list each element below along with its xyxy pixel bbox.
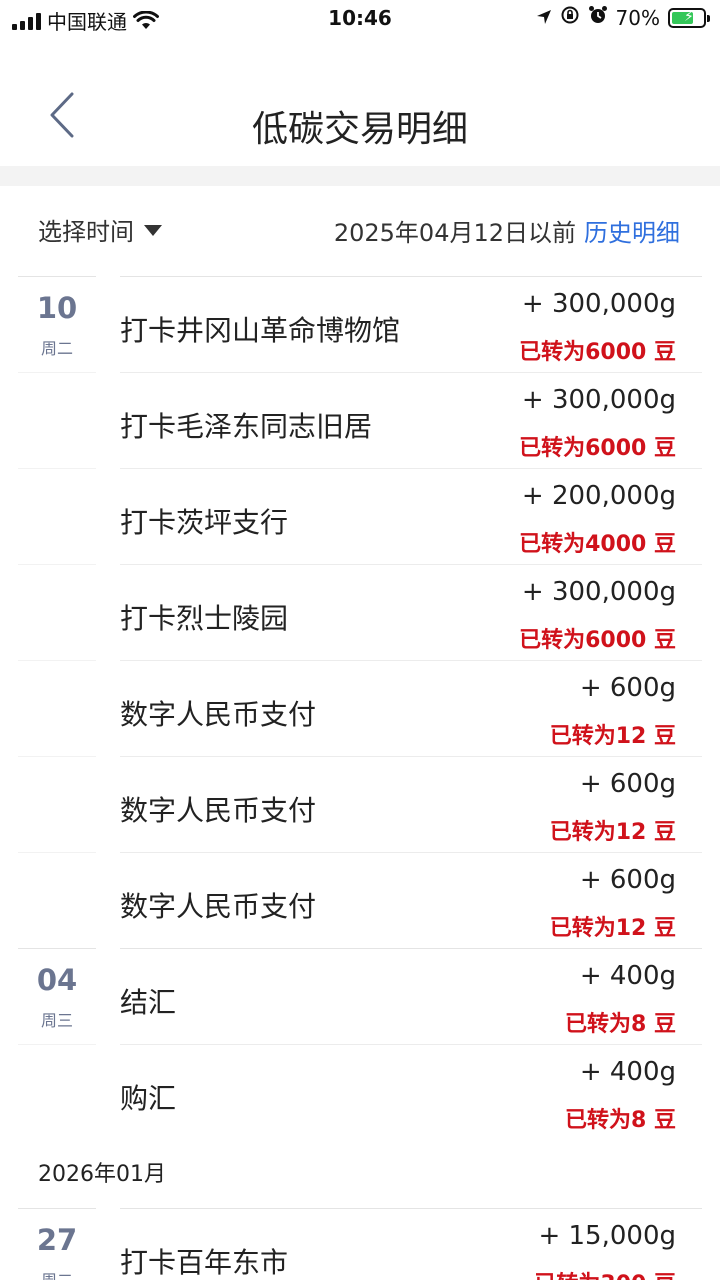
date-column bbox=[18, 372, 96, 468]
date-column bbox=[18, 1044, 96, 1140]
transaction-title: 打卡烈士陵园 bbox=[120, 602, 289, 635]
day-number: 27 bbox=[36, 1223, 78, 1257]
transaction-title: 结汇 bbox=[120, 986, 177, 1019]
transaction-amount: + 300,000g bbox=[521, 385, 676, 415]
transaction-amount: + 600g bbox=[579, 865, 676, 895]
date-cutoff-text: 2025年04月12日以前 bbox=[333, 219, 576, 247]
transaction-title: 打卡毛泽东同志旧居 bbox=[120, 410, 373, 443]
day-number: 04 bbox=[36, 963, 78, 997]
date-column: 10 周二 bbox=[18, 276, 96, 372]
section-divider bbox=[0, 166, 720, 186]
converted-beans: 已转为12 豆 bbox=[549, 724, 676, 749]
transaction-content: 购汇 + 400g 已转为8 豆 bbox=[120, 1044, 702, 1140]
transaction-row[interactable]: 27 周二 打卡百年东市 + 15,000g 已转为300 豆 bbox=[0, 1208, 720, 1280]
transaction-title: 打卡茨坪支行 bbox=[120, 506, 289, 539]
date-column: 27 周二 bbox=[18, 1208, 96, 1280]
converted-beans: 已转为4000 豆 bbox=[519, 532, 676, 557]
converted-beans: 已转为8 豆 bbox=[565, 1012, 676, 1037]
converted-beans: 已转为12 豆 bbox=[549, 820, 676, 845]
day-number: 10 bbox=[36, 291, 78, 325]
transaction-title: 数字人民币支付 bbox=[120, 698, 317, 731]
converted-beans: 已转为8 豆 bbox=[565, 1108, 676, 1133]
transaction-row[interactable]: 10 周二 打卡井冈山革命博物馆 + 300,000g 已转为6000 豆 bbox=[0, 276, 720, 372]
history-detail-link[interactable]: 历史明细 bbox=[584, 213, 680, 248]
transaction-content: 数字人民币支付 + 600g 已转为12 豆 bbox=[120, 852, 702, 948]
transaction-amount: + 300,000g bbox=[521, 577, 676, 607]
transaction-title: 打卡井冈山革命博物馆 bbox=[120, 314, 401, 347]
converted-beans: 已转为300 豆 bbox=[534, 1266, 676, 1280]
transaction-row[interactable]: 数字人民币支付 + 600g 已转为12 豆 bbox=[0, 852, 720, 948]
transaction-row[interactable]: 数字人民币支付 + 600g 已转为12 豆 bbox=[0, 756, 720, 852]
transaction-amount: + 300,000g bbox=[521, 289, 676, 319]
weekday-label: 周二 bbox=[40, 339, 73, 358]
weekday-label: 周二 bbox=[18, 1267, 96, 1280]
transaction-row[interactable]: 打卡烈士陵园 + 300,000g 已转为6000 豆 bbox=[0, 564, 720, 660]
location-arrow-icon bbox=[536, 6, 552, 30]
transaction-content: 打卡烈士陵园 + 300,000g 已转为6000 豆 bbox=[120, 564, 702, 660]
transaction-title: 数字人民币支付 bbox=[120, 890, 317, 923]
transaction-content: 打卡井冈山革命博物馆 + 300,000g 已转为6000 豆 bbox=[120, 276, 702, 372]
date-column bbox=[18, 468, 96, 564]
transaction-amount: + 15,000g bbox=[538, 1221, 676, 1251]
date-column: 04 周三 bbox=[18, 948, 96, 1044]
date-column bbox=[18, 564, 96, 660]
time-select-dropdown[interactable]: 选择时间 bbox=[38, 212, 162, 247]
filter-row: 选择时间 2025年04月12日以前 历史明细 bbox=[0, 186, 720, 276]
page-title: 低碳交易明细 bbox=[251, 109, 468, 150]
converted-beans: 已转为6000 豆 bbox=[519, 436, 676, 461]
transaction-amount: + 400g bbox=[579, 961, 676, 991]
transaction-title: 购汇 bbox=[120, 1082, 177, 1115]
battery-icon: ⚡ bbox=[668, 7, 710, 28]
converted-beans: 已转为12 豆 bbox=[549, 916, 676, 941]
month-header-label: 2026年01月 bbox=[38, 1162, 166, 1187]
weekday-label: 周三 bbox=[40, 1011, 73, 1030]
transaction-title: 打卡百年东市 bbox=[120, 1246, 289, 1279]
transaction-title: 数字人民币支付 bbox=[120, 794, 317, 827]
orientation-lock-icon bbox=[560, 5, 580, 30]
battery-percent: 70% bbox=[615, 5, 660, 30]
transaction-content: 结汇 + 400g 已转为8 豆 bbox=[120, 948, 702, 1044]
transaction-content: 打卡毛泽东同志旧居 + 300,000g 已转为6000 豆 bbox=[120, 372, 702, 468]
month-header: 2026年01月 bbox=[0, 1140, 720, 1208]
date-column bbox=[18, 756, 96, 852]
status-bar: 中国联通 10:46 70% ⚡ bbox=[0, 0, 720, 40]
transaction-amount: + 600g bbox=[579, 769, 676, 799]
date-column bbox=[18, 852, 96, 948]
transaction-content: 打卡茨坪支行 + 200,000g 已转为4000 豆 bbox=[120, 468, 702, 564]
alarm-icon bbox=[588, 5, 608, 30]
transaction-amount: + 400g bbox=[579, 1057, 676, 1087]
transaction-row[interactable]: 数字人民币支付 + 600g 已转为12 豆 bbox=[0, 660, 720, 756]
time-select-label: 选择时间 bbox=[38, 218, 134, 246]
transaction-amount: + 600g bbox=[579, 673, 676, 703]
transaction-row[interactable]: 购汇 + 400g 已转为8 豆 bbox=[0, 1044, 720, 1140]
transaction-list: 10 周二 打卡井冈山革命博物馆 + 300,000g 已转为6000 豆打卡毛泽东同志… bbox=[0, 276, 720, 1280]
date-column bbox=[18, 660, 96, 756]
transaction-content: 数字人民币支付 + 600g 已转为12 豆 bbox=[120, 660, 702, 756]
transaction-row[interactable]: 打卡茨坪支行 + 200,000g 已转为4000 豆 bbox=[0, 468, 720, 564]
transaction-row[interactable]: 04 周三 结汇 + 400g 已转为8 豆 bbox=[0, 948, 720, 1044]
transaction-row[interactable]: 打卡毛泽东同志旧居 + 300,000g 已转为6000 豆 bbox=[0, 372, 720, 468]
caret-down-icon bbox=[144, 225, 162, 236]
transaction-amount: + 200,000g bbox=[521, 481, 676, 511]
transaction-content: 打卡百年东市 + 15,000g 已转为300 豆 bbox=[120, 1208, 702, 1280]
converted-beans: 已转为6000 豆 bbox=[519, 340, 676, 365]
nav-bar: 低碳交易明细 bbox=[0, 40, 720, 166]
transaction-content: 数字人民币支付 + 600g 已转为12 豆 bbox=[120, 756, 702, 852]
converted-beans: 已转为6000 豆 bbox=[519, 628, 676, 653]
